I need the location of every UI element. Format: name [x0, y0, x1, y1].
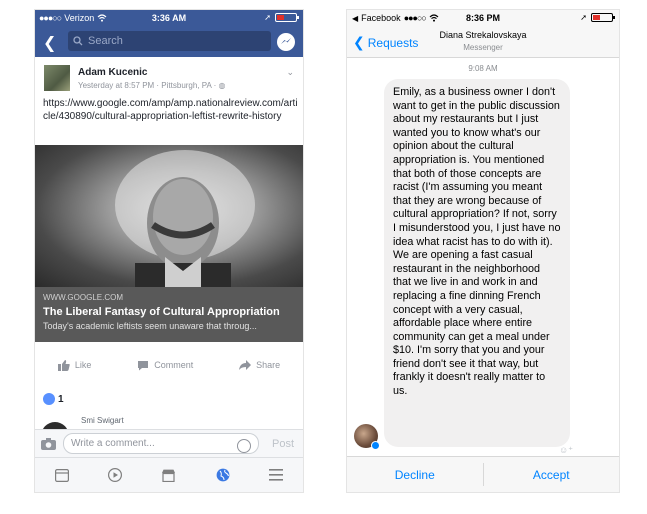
messenger-screen: ◀ Facebook ●●●○○ 8:36 PM ➚ ❮ Requests Di… [347, 10, 619, 492]
post-text[interactable]: https://www.google.com/amp/amp.nationalr… [43, 97, 298, 123]
comment-input[interactable]: Write a comment... [63, 433, 259, 454]
comment-label: Comment [154, 360, 194, 370]
tab-bar [35, 457, 303, 492]
link-preview-caption[interactable]: WWW.GOOGLE.COM The Liberal Fantasy of Cu… [35, 287, 303, 342]
like-button[interactable]: Like [57, 359, 92, 371]
link-description: Today's academic leftists seem unaware t… [43, 321, 257, 331]
commenter-name[interactable]: Smi Swigart [81, 416, 124, 425]
status-time: 3:36 AM [151, 13, 187, 23]
message-bubble[interactable]: Emily, as a business owner I don't want … [384, 79, 570, 447]
contact-subtitle: Messenger [463, 43, 503, 52]
status-bar: ◀ Facebook ●●●○○ 8:36 PM ➚ [347, 10, 619, 27]
feed-post: Adam Kucenic Yesterday at 8:57 PM · Pitt… [35, 57, 303, 387]
share-label: Share [256, 360, 281, 370]
link-title: The Liberal Fantasy of Cultural Appropri… [43, 306, 280, 318]
menu-icon[interactable] [269, 469, 284, 481]
facebook-screen: ●●●○○ Verizon 3:36 AM ➚ ❮ Search Adam Ku… [35, 10, 303, 492]
link-preview-image[interactable] [35, 145, 303, 287]
decline-button[interactable]: Decline [347, 457, 483, 492]
like-reaction-icon [43, 393, 55, 405]
globe-icon[interactable] [216, 468, 230, 482]
link-source: WWW.GOOGLE.COM [43, 293, 123, 302]
nav-bar: ❮ Search [35, 27, 303, 57]
comment-icon [138, 360, 149, 370]
post-actions: Like Comment Share [35, 350, 303, 380]
battery-icon [591, 13, 615, 22]
author-avatar[interactable] [44, 65, 70, 91]
marketplace-icon[interactable] [161, 469, 176, 482]
emoji-icon[interactable] [237, 439, 251, 453]
location-icon: ➚ [264, 13, 271, 22]
messenger-icon[interactable] [277, 33, 295, 51]
share-button[interactable]: Share [239, 359, 281, 371]
conversation-header: ❮ Requests Diana Strekalovskaya Messenge… [347, 27, 619, 58]
sender-avatar[interactable] [354, 424, 380, 450]
chevron-down-icon[interactable]: ⌄ [286, 67, 294, 78]
messenger-badge-icon [371, 441, 380, 450]
battery-icon [275, 13, 299, 22]
location-icon: ➚ [580, 13, 587, 22]
search-icon [73, 36, 83, 46]
request-actions: Decline Accept [347, 456, 619, 492]
message-timestamp: 9:08 AM [468, 64, 498, 73]
like-label: Like [74, 360, 92, 370]
like-count: 1 [58, 394, 64, 405]
camera-icon[interactable] [41, 438, 56, 450]
news-feed-icon[interactable] [54, 468, 69, 482]
thumbs-up-icon [57, 359, 70, 371]
status-time: 8:36 PM [465, 13, 500, 23]
globe-privacy-icon: ◍ [218, 81, 226, 90]
video-icon[interactable] [108, 468, 123, 482]
post-author[interactable]: Adam Kucenic [78, 67, 147, 78]
accept-button[interactable]: Accept [484, 457, 620, 492]
comment-button[interactable]: Comment [137, 360, 193, 371]
search-placeholder: Search [88, 35, 123, 47]
add-reaction-icon[interactable]: ☺⁺ [559, 445, 573, 456]
search-input[interactable]: Search [68, 31, 271, 51]
reactions-summary[interactable]: 1 [35, 386, 303, 416]
status-bar: ●●●○○ Verizon 3:36 AM ➚ [35, 10, 303, 27]
back-arrow-icon[interactable]: ❮ [43, 33, 56, 53]
comment-composer: Write a comment... Post [35, 429, 303, 457]
share-icon [239, 359, 252, 370]
post-meta: Yesterday at 8:57 PM · Pittsburgh, PA · [78, 81, 219, 90]
post-comment-button[interactable]: Post [272, 438, 294, 450]
contact-name: Diana Strekalovskaya [439, 30, 527, 40]
